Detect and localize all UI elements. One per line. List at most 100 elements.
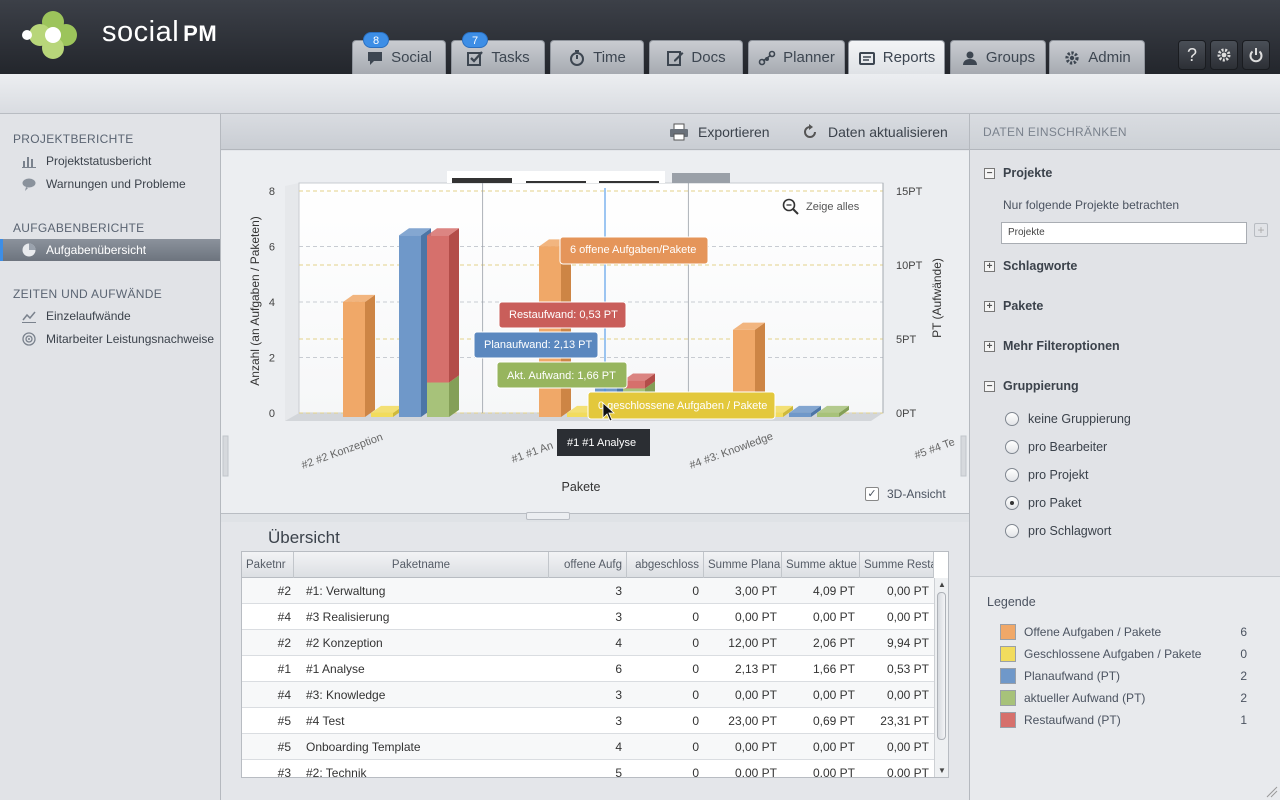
column-header[interactable]: Paketname — [294, 552, 549, 578]
column-header[interactable]: Summe aktue — [782, 552, 860, 578]
y-tick-label: 6 — [269, 242, 275, 254]
table-cell: 0 — [692, 714, 699, 728]
expand-icon: + — [984, 300, 995, 312]
pie-chart-icon — [22, 243, 36, 257]
table-cell: 0,53 PT — [886, 662, 929, 676]
splitter-grip[interactable] — [526, 512, 570, 520]
section-filteroptionen-toggle[interactable]: + Mehr Filteroptionen — [984, 339, 1120, 353]
tab-social[interactable]: Social 8 — [352, 32, 446, 74]
sidebar-item-label: Projektstatusbericht — [46, 154, 152, 168]
tab-reports[interactable]: Reports — [848, 40, 945, 74]
section-pakete-toggle[interactable]: + Pakete — [984, 299, 1043, 313]
refresh-button[interactable]: Daten aktualisieren — [801, 123, 948, 141]
table-cell: Onboarding Template — [306, 740, 421, 754]
table-cell: 12,00 PT — [728, 636, 777, 650]
table-row[interactable]: #1 #1 Analyse 6 0 2,13 PT 1,66 PT 0,53 PT — [242, 656, 934, 682]
table-cell: #3 Realisierung — [306, 610, 390, 624]
table-row[interactable]: #4 #3: Knowledge 3 0 0,00 PT 0,00 PT 0,00 PT — [242, 682, 934, 708]
sidebar-item-warnungen[interactable]: Warnungen und Probleme — [0, 173, 220, 195]
scroll-thumb[interactable] — [937, 592, 946, 740]
table-scrollbar[interactable]: ▲ ▼ — [934, 578, 948, 777]
projekte-subtitle: Nur folgende Projekte betrachten — [1003, 198, 1180, 212]
sidebar-item-projektstatusbericht[interactable]: Projektstatusbericht — [0, 150, 220, 172]
project-filter-input[interactable]: Projekte — [1001, 222, 1247, 244]
settings-button[interactable] — [1210, 40, 1238, 70]
radio-button[interactable] — [1005, 468, 1019, 482]
radio-label: pro Bearbeiter — [1028, 440, 1108, 454]
table-row[interactable]: #2 #2 Konzeption 4 0 12,00 PT 2,06 PT 9,94 PT — [242, 630, 934, 656]
section-gruppierung-toggle[interactable]: − Gruppierung — [984, 379, 1079, 393]
help-button[interactable]: ? — [1178, 40, 1206, 70]
gear-icon — [1065, 50, 1079, 65]
column-header[interactable]: Paketnr — [242, 552, 294, 578]
add-project-button[interactable]: + — [1254, 223, 1268, 237]
scroll-down-icon[interactable]: ▼ — [938, 766, 946, 775]
tab-time[interactable]: Time — [550, 40, 644, 74]
section-gruppierung-label: Gruppierung — [1003, 379, 1079, 393]
table-row[interactable]: #2 #1: Verwaltung 3 0 3,00 PT 4,09 PT 0,00 PT — [242, 578, 934, 604]
radio-button[interactable] — [1005, 412, 1019, 426]
sidebar-item-einzelaufwaende[interactable]: Einzelaufwände — [0, 305, 220, 327]
section-filteroptionen-label: Mehr Filteroptionen — [1003, 339, 1120, 353]
tab-groups[interactable]: Groups — [950, 40, 1046, 74]
column-header[interactable]: Summe Resta — [860, 552, 934, 578]
legend-item[interactable]: aktueller Aufwand (PT) 2 — [1000, 690, 1250, 706]
export-button[interactable]: Exportieren — [669, 123, 770, 141]
section-schlagworte-toggle[interactable]: + Schlagworte — [984, 259, 1077, 273]
sidebar-item-leistungsnachweise[interactable]: Mitarbeiter Leistungsnachweise — [0, 328, 220, 350]
table-cell: 3,00 PT — [734, 584, 777, 598]
right-resize-handle[interactable] — [960, 435, 967, 477]
radio-gruppierung-option[interactable]: pro Paket — [1005, 496, 1082, 510]
resize-grip-icon[interactable] — [1266, 786, 1278, 798]
radio-button[interactable] — [1005, 524, 1019, 538]
power-button[interactable] — [1242, 40, 1270, 70]
sidebar-heading-aufgabenberichte: AUFGABENBERICHTE — [13, 221, 145, 235]
printer-icon — [670, 123, 688, 141]
legend-item[interactable]: Offene Aufgaben / Pakete 6 — [1000, 624, 1250, 640]
legend-item[interactable]: Restaufwand (PT) 1 — [1000, 712, 1250, 728]
view-3d-toggle[interactable]: ✓ 3D-Ansicht — [865, 487, 946, 501]
table-cell: 0,00 PT — [812, 740, 855, 754]
tab-admin[interactable]: Admin — [1049, 40, 1145, 74]
legend-item[interactable]: Planaufwand (PT) 2 — [1000, 668, 1250, 684]
tab-tasks[interactable]: Tasks 7 — [451, 32, 545, 74]
legend-item[interactable]: Geschlossene Aufgaben / Pakete 0 — [1000, 646, 1250, 662]
column-header[interactable]: offene Aufg — [549, 552, 627, 578]
bar-planaufwand — [399, 228, 431, 417]
radio-button[interactable] — [1005, 496, 1019, 510]
y-tick-label: 4 — [269, 297, 275, 309]
table-cell: #3: Knowledge — [306, 688, 386, 702]
y2-tick-label: 10PT — [896, 260, 923, 272]
svg-text:Planaufwand: 2,13 PT: Planaufwand: 2,13 PT — [484, 339, 593, 351]
section-projekte-toggle[interactable]: − Projekte — [984, 166, 1052, 180]
radio-gruppierung-option[interactable]: keine Gruppierung — [1005, 412, 1131, 426]
tab-docs[interactable]: Docs — [649, 40, 743, 74]
y-axis-title: Anzahl (an Aufgaben / Paketen) — [248, 216, 262, 385]
sidebar-item-aufgabenuebersicht[interactable]: Aufgabenübersicht — [0, 239, 220, 261]
brain-icon — [22, 178, 36, 191]
socialpm-logo — [22, 11, 77, 59]
column-header[interactable]: abgeschloss — [627, 552, 704, 578]
radio-button[interactable] — [1005, 440, 1019, 454]
y2-axis-title: PT (Aufwände) — [930, 258, 944, 338]
sidebar-heading-projektberichte: PROJEKTBERICHTE — [13, 132, 134, 146]
radio-gruppierung-option[interactable]: pro Bearbeiter — [1005, 440, 1107, 454]
section-pakete-label: Pakete — [1003, 299, 1044, 313]
table-row[interactable]: #5 #4 Test 3 0 23,00 PT 0,69 PT 23,31 PT — [242, 708, 934, 734]
legend-label: Offene Aufgaben / Pakete — [1024, 625, 1162, 639]
radio-gruppierung-option[interactable]: pro Schlagwort — [1005, 524, 1111, 538]
zoom-label: Zeige alles — [806, 201, 860, 213]
table-row[interactable]: #4 #3 Realisierung 3 0 0,00 PT 0,00 PT 0,00 PT — [242, 604, 934, 630]
panel-splitter[interactable] — [221, 512, 969, 522]
table-row[interactable]: #3 #2: Technik 5 0 0,00 PT 0,00 PT 0,00 PT — [242, 760, 934, 778]
sidebar-item-label: Warnungen und Probleme — [46, 177, 186, 191]
tab-planner[interactable]: Planner — [748, 40, 845, 74]
table-row[interactable]: #5 Onboarding Template 4 0 0,00 PT 0,00 PT 0,0… — [242, 734, 934, 760]
scroll-up-icon[interactable]: ▲ — [938, 580, 946, 589]
table-cell: 0,00 PT — [812, 766, 855, 778]
view-3d-checkbox[interactable]: ✓ — [865, 487, 879, 501]
column-header[interactable]: Summe Planau — [704, 552, 782, 578]
radio-gruppierung-option[interactable]: pro Projekt — [1005, 468, 1088, 482]
left-resize-handle[interactable] — [222, 435, 229, 477]
x-category-label: #1 #1 An — [510, 440, 555, 466]
